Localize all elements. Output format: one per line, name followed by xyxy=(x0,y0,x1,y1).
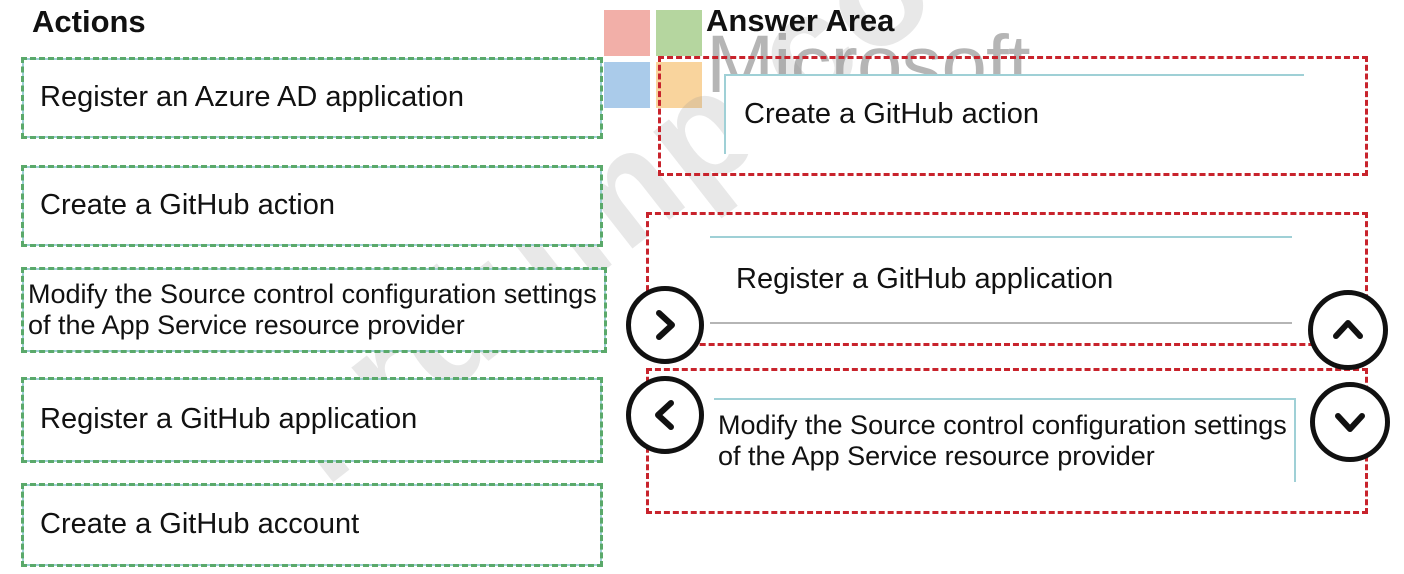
answer-item-label: Modify the Source control configuration … xyxy=(718,409,1287,471)
action-item[interactable]: Register a GitHub application xyxy=(21,377,603,463)
answer-item-label: Create a GitHub action xyxy=(744,98,1039,131)
chevron-right-icon xyxy=(656,310,675,340)
action-item[interactable]: Create a GitHub account xyxy=(21,483,603,567)
action-item[interactable]: Modify the Source control configuration … xyxy=(21,267,607,353)
chevron-down-icon xyxy=(1335,413,1365,432)
action-item-label: Create a GitHub account xyxy=(40,508,360,541)
move-left-button[interactable] xyxy=(626,376,704,454)
answer-item[interactable]: Register a GitHub application xyxy=(710,236,1292,324)
answer-item[interactable]: Modify the Source control configuration … xyxy=(714,398,1296,482)
action-item-label: Register an Azure AD application xyxy=(40,81,464,114)
chevron-left-icon xyxy=(655,400,674,430)
actions-title: Actions xyxy=(32,4,146,39)
action-item-label: Create a GitHub action xyxy=(40,189,335,222)
move-up-button[interactable] xyxy=(1308,290,1388,370)
move-down-button[interactable] xyxy=(1310,382,1390,462)
chevron-up-icon xyxy=(1333,320,1363,339)
answer-item[interactable]: Create a GitHub action xyxy=(724,74,1304,154)
answer-area-title: Answer Area xyxy=(706,3,895,38)
move-right-button[interactable] xyxy=(626,286,704,364)
action-item[interactable]: Create a GitHub action xyxy=(21,165,603,247)
action-item[interactable]: Register an Azure AD application xyxy=(21,57,603,139)
answer-item-label: Register a GitHub application xyxy=(736,263,1114,296)
action-item-label: Modify the Source control configuration … xyxy=(28,278,597,340)
action-item-label: Register a GitHub application xyxy=(40,403,418,436)
